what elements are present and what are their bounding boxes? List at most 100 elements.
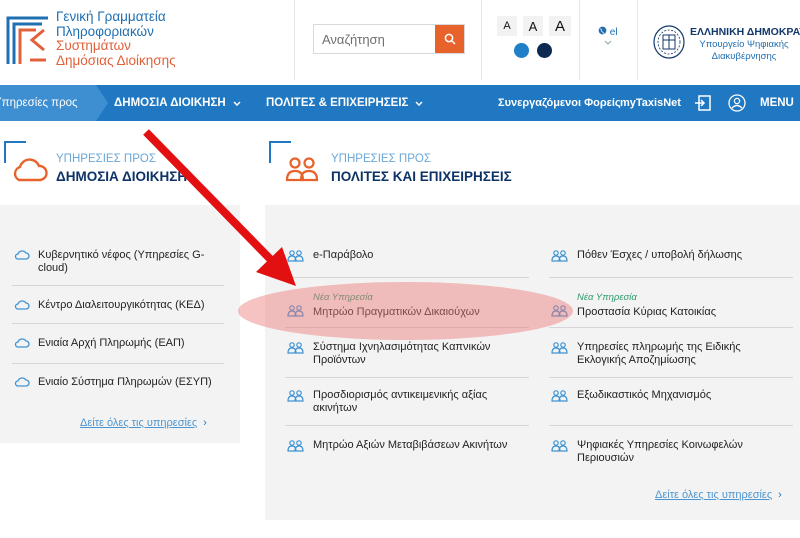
chevron-down-icon (604, 40, 612, 45)
section-subtitle: ΥΠΗΡΕΣΙΕΣ ΠΡΟΣ (331, 153, 431, 165)
header-divider (481, 0, 482, 80)
people-icon (287, 390, 304, 402)
login-icon[interactable] (694, 94, 712, 112)
logo-line-3: Συστημάτων (56, 38, 131, 53)
search-button[interactable] (435, 25, 464, 53)
service-link-ked[interactable]: Κέντρο Διαλειτουργικότητας (ΚΕΔ) (14, 299, 224, 312)
contrast-light-button[interactable] (514, 43, 529, 58)
divider (285, 425, 529, 426)
chevron-down-icon (415, 100, 423, 106)
menu-button[interactable]: MENU (760, 85, 794, 121)
service-link-pothen-esxes[interactable]: Πόθεν Έσχες / υποβολή δήλωσης (551, 249, 781, 262)
new-service-badge: Νέα Υπηρεσία (577, 292, 637, 303)
gsis-logo[interactable]: Γενική Γραμματεία Πληροφοριακών Συστημάτ… (4, 9, 176, 70)
new-service-badge: Νέα Υπηρεσία (313, 292, 373, 303)
divider (549, 277, 793, 278)
people-icon (287, 440, 304, 452)
service-link-primary-residence-protection[interactable]: Νέα Υπηρεσία Προστασία Κύριας Κατοικίας (551, 291, 781, 319)
people-icon (287, 250, 304, 262)
nav-item-citizens-businesses[interactable]: ΠΟΛΙΤΕΣ & ΕΠΙΧΕΙΡΗΣΕΙΣ (266, 85, 423, 121)
citizens-businesses-panel: e-Παράβολο Νέα Υπηρεσία Μητρώο Πραγματικ… (265, 205, 800, 520)
breadcrumb-arrow (96, 85, 108, 121)
see-all-services-link[interactable]: Δείτε όλες τις υπηρεσίες › (80, 417, 207, 429)
divider (12, 363, 224, 364)
service-label: Υπηρεσίες πληρωμής της Ειδικής Εκλογικής… (577, 341, 741, 366)
nav-item-public-administration[interactable]: ΔΗΜΟΣΙΑ ΔΙΟΙΚΗΣΗ (114, 85, 241, 121)
divider (285, 327, 529, 328)
nav-item-label: ΔΗΜΟΣΙΑ ΔΙΟΙΚΗΣΗ (114, 97, 226, 109)
site-header: Γενική Γραμματεία Πληροφοριακών Συστημάτ… (0, 0, 800, 80)
people-icon (287, 305, 304, 317)
service-link-property-transfer-registry[interactable]: Μητρώο Αξιών Μεταβιβάσεων Ακινήτων (287, 439, 517, 452)
chevron-down-icon (233, 100, 241, 106)
service-link-out-of-court-mechanism[interactable]: Εξωδικαστικός Μηχανισμός (551, 389, 781, 402)
section-title: ΔΗΜΟΣΙΑ ΔΙΟΙΚΗΣΗ (56, 169, 188, 184)
citizens-section-header: ΥΠΗΡΕΣΙΕΣ ΠΡΟΣ ΠΟΛΙΤΕΣ ΚΑΙ ΕΠΙΧΕΙΡΗΣΕΙΣ (265, 135, 800, 205)
cloud-icon (14, 338, 30, 348)
people-icon (551, 390, 568, 402)
header-divider (637, 0, 638, 80)
user-icon[interactable] (728, 94, 746, 112)
gsis-logo-mark-icon (6, 16, 48, 64)
people-icon (551, 440, 568, 452)
cloud-icon (13, 158, 48, 182)
service-link-tobacco-traceability[interactable]: Σύστημα Ιχνηλασιμότητας Καπνικών Προϊόντ… (287, 341, 517, 367)
logo-line-1: Γενική Γραμματεία (56, 9, 166, 24)
service-link-election-compensation[interactable]: Υπηρεσίες πληρωμής της Ειδικής Εκλογικής… (551, 341, 781, 367)
chevron-right-icon: › (778, 489, 782, 501)
service-label: Μητρώο Αξιών Μεταβιβάσεων Ακινήτων (313, 439, 508, 451)
greek-coat-of-arms-icon (653, 25, 685, 59)
font-size-small-button[interactable]: A (497, 16, 517, 36)
header-divider (579, 0, 580, 80)
font-size-controls: A A A (497, 16, 571, 36)
gsis-logo-text: Γενική Γραμματεία Πληροφοριακών Συστημάτ… (56, 9, 186, 68)
ministry-logo[interactable]: ΕΛΛΗΝΙΚΗ ΔΗΜΟΚΡΑΤΙΑ Υπουργείο Ψηφιακής Δ… (648, 22, 800, 66)
service-link-g-cloud[interactable]: Κυβερνητικό νέφος (Υπηρεσίες G-cloud) (14, 249, 224, 275)
ministry-title: ΕΛΛΗΝΙΚΗ ΔΗΜΟΚΡΑΤΙΑ (690, 26, 800, 38)
service-link-eap[interactable]: Ενιαία Αρχή Πληρωμής (ΕΑΠ) (14, 337, 224, 350)
service-label: Σύστημα Ιχνηλασιμότητας Καπνικών Προϊόντ… (313, 341, 491, 366)
font-size-large-button[interactable]: A (549, 16, 571, 36)
service-link-public-benefit-properties[interactable]: Ψηφιακές Υπηρεσίες Κοινωφελών Περιουσιών (551, 439, 781, 465)
nav-breadcrumb[interactable]: Υπηρεσίες προς (0, 85, 96, 121)
nav-link-mytaxisnet[interactable]: myTaxisNet (620, 85, 681, 121)
nav-link-partners[interactable]: Συνεργαζόμενοι Φορείς (498, 85, 621, 121)
see-all-services-link[interactable]: Δείτε όλες τις υπηρεσίες › (655, 489, 782, 501)
cloud-icon (14, 377, 30, 387)
service-link-e-paravolo[interactable]: e-Παράβολο (287, 249, 517, 262)
cloud-icon (14, 250, 30, 260)
ministry-name: Υπουργείο Ψηφιακής Διακυβέρνησης (699, 39, 789, 62)
public-administration-panel: Κυβερνητικό νέφος (Υπηρεσίες G-cloud) Κέ… (0, 205, 240, 443)
service-label: Μητρώο Πραγματικών Δικαιούχων (313, 306, 480, 318)
people-icon (551, 250, 568, 262)
see-all-label: Δείτε όλες τις υπηρεσίες (80, 417, 198, 429)
language-label: el (609, 27, 618, 38)
divider (549, 425, 793, 426)
service-link-esyp[interactable]: Ενιαίο Σύστημα Πληρωμών (ΕΣΥΠ) (14, 376, 224, 389)
search-input[interactable] (314, 25, 436, 53)
people-icon (287, 342, 304, 354)
search-box (313, 24, 465, 54)
nav-item-label: ΠΟΛΙΤΕΣ & ΕΠΙΧΕΙΡΗΣΕΙΣ (266, 97, 409, 109)
language-selector[interactable]: el (598, 26, 618, 45)
service-link-beneficial-owners-registry[interactable]: Νέα Υπηρεσία Μητρώο Πραγματικών Δικαιούχ… (287, 291, 517, 319)
service-label: Ενιαίο Σύστημα Πληρωμών (ΕΣΥΠ) (38, 376, 212, 388)
search-icon (444, 33, 456, 45)
divider (285, 277, 529, 278)
people-icon (551, 305, 568, 317)
service-label: Πόθεν Έσχες / υποβολή δήλωσης (577, 249, 743, 261)
contrast-dark-button[interactable] (537, 43, 552, 58)
see-all-label: Δείτε όλες τις υπηρεσίες (655, 489, 773, 501)
service-label: Κυβερνητικό νέφος (Υπηρεσίες G-cloud) (38, 249, 205, 274)
service-link-objective-property-value[interactable]: Προσδιορισμός αντικειμενικής αξίας ακινή… (287, 389, 517, 415)
font-size-medium-button[interactable]: A (523, 16, 543, 36)
service-label: Προστασία Κύριας Κατοικίας (577, 306, 716, 318)
section-subtitle: ΥΠΗΡΕΣΙΕΣ ΠΡΟΣ (56, 153, 156, 165)
public-administration-section-header: ΥΠΗΡΕΣΙΕΣ ΠΡΟΣ ΔΗΜΟΣΙΑ ΔΙΟΙΚΗΣΗ (0, 135, 240, 205)
divider (12, 285, 224, 286)
logo-line-2: Πληροφοριακών (56, 23, 154, 39)
nav-breadcrumb-label: Υπηρεσίες προς (0, 97, 78, 109)
service-label: Ενιαία Αρχή Πληρωμής (ΕΑΠ) (38, 337, 185, 349)
main-nav: Υπηρεσίες προς ΔΗΜΟΣΙΑ ΔΙΟΙΚΗΣΗ ΠΟΛΙΤΕΣ … (0, 85, 800, 121)
people-icon (285, 157, 319, 182)
